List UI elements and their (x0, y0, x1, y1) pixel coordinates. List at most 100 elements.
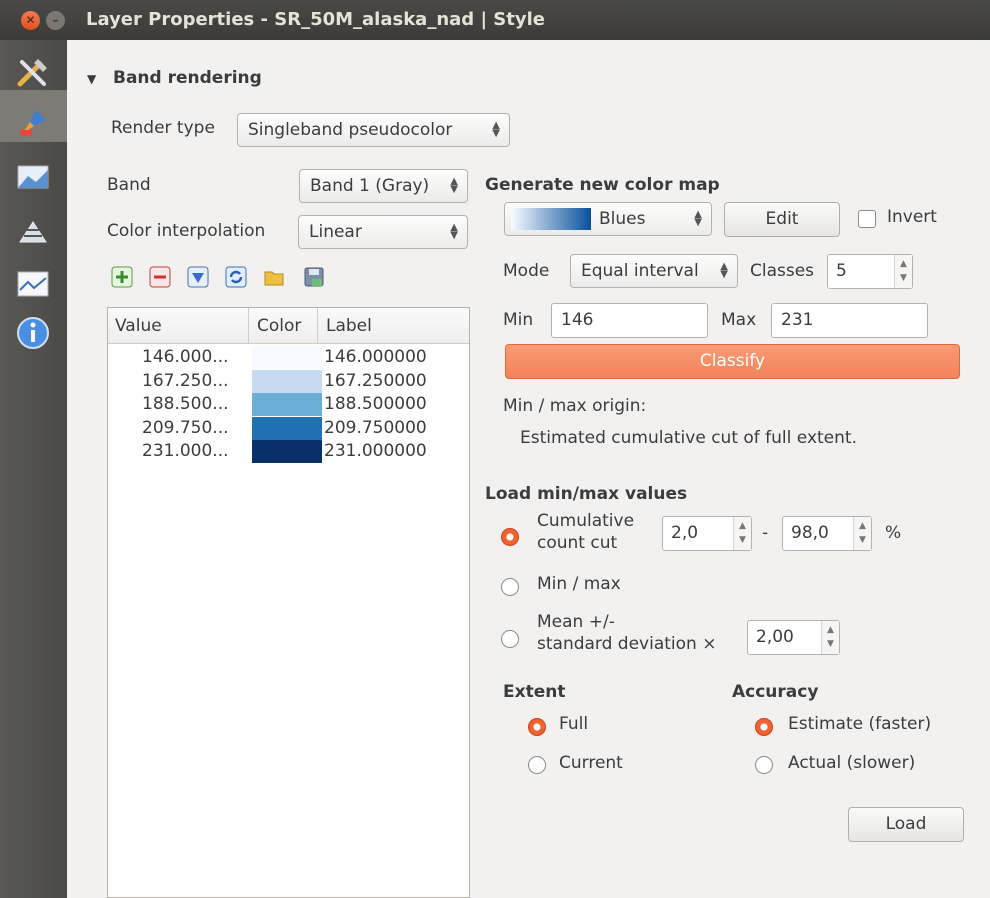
column-header-label[interactable]: Label (326, 316, 372, 336)
extent-full-label: Full (559, 714, 589, 734)
classes-spinbox[interactable]: 5 ▲ ▼ (827, 254, 913, 289)
resize-grip[interactable] (60, 810, 66, 830)
cell-color-swatch[interactable] (252, 393, 322, 416)
window-title: Layer Properties - SR_50M_alaska_nad | S… (86, 9, 545, 30)
band-label: Band (107, 175, 151, 195)
percent-label: % (885, 523, 902, 543)
table-row[interactable]: 231.000... 231.000000 (108, 440, 469, 463)
collapse-triangle-icon[interactable]: ▼ (87, 72, 96, 86)
table-row[interactable]: 146.000... 146.000000 (108, 346, 469, 369)
cell-label[interactable]: 146.000000 (324, 347, 427, 367)
invert-label: Invert (887, 207, 937, 227)
spin-arrows-icon[interactable]: ▲ ▼ (733, 517, 751, 550)
cell-color-swatch[interactable] (252, 369, 322, 393)
edit-ramp-button[interactable]: Edit (724, 202, 840, 237)
accuracy-actual-radio[interactable] (755, 756, 773, 774)
column-header-value[interactable]: Value (115, 316, 162, 336)
section-title: Band rendering (113, 68, 262, 88)
pyramids-icon[interactable] (14, 212, 52, 250)
add-entry-icon[interactable] (111, 266, 133, 288)
general-icon[interactable] (14, 54, 52, 92)
refresh-icon[interactable] (225, 266, 247, 288)
cumulative-high-spinbox[interactable]: 98,0 ▲ ▼ (782, 516, 872, 551)
cell-color-swatch[interactable] (252, 440, 322, 463)
cell-value[interactable]: 209.750... (142, 418, 229, 438)
cell-label[interactable]: 188.500000 (324, 394, 427, 414)
sidebar (0, 40, 67, 898)
load-from-file-icon[interactable] (263, 266, 285, 288)
load-section-title: Load min/max values (485, 484, 688, 504)
load-button[interactable]: Load (848, 807, 964, 842)
minimize-window-button[interactable]: – (46, 11, 65, 30)
band-value: Band 1 (Gray) (310, 176, 430, 196)
cell-value[interactable]: 231.000... (142, 441, 229, 461)
metadata-icon[interactable] (14, 314, 52, 352)
close-window-button[interactable]: ✕ (21, 11, 40, 30)
interpolation-select[interactable]: Linear ▲ ▼ (298, 215, 468, 249)
classify-button[interactable]: Classify (505, 344, 960, 379)
max-input[interactable]: 231 (771, 303, 928, 338)
spin-arrows-icon[interactable]: ▲ ▼ (894, 255, 912, 288)
cell-value[interactable]: 146.000... (142, 347, 229, 367)
mode-select[interactable]: Equal interval ▲ ▼ (570, 254, 738, 288)
column-divider (317, 308, 318, 344)
remove-entry-icon[interactable] (149, 266, 171, 288)
cell-value[interactable]: 167.250... (142, 371, 229, 391)
render-type-select[interactable]: Singleband pseudocolor ▲ ▼ (237, 113, 510, 147)
cell-color-swatch[interactable] (252, 416, 322, 440)
spin-arrows-icon[interactable]: ▲ ▼ (821, 621, 839, 654)
color-ramp-value: Blues (599, 209, 646, 229)
band-select[interactable]: Band 1 (Gray) ▲ ▼ (299, 169, 468, 203)
spin-arrows-icon: ▲ ▼ (694, 209, 702, 228)
spin-arrows-icon: ▲ ▼ (492, 120, 500, 139)
cumulative-label-line: Cumulative (537, 511, 635, 531)
cumulative-cut-radio[interactable] (501, 528, 519, 546)
stddev-spinbox[interactable]: 2,00 ▲ ▼ (747, 620, 840, 655)
extent-title: Extent (503, 682, 566, 702)
cell-color-swatch[interactable] (252, 346, 322, 369)
cell-label[interactable]: 167.250000 (324, 371, 427, 391)
min-input[interactable]: 146 (551, 303, 708, 338)
classes-value: 5 (836, 261, 847, 281)
stddev-label: Mean +/- standard deviation × (537, 611, 716, 655)
color-ramp-preview (511, 208, 591, 230)
accuracy-estimate-label: Estimate (faster) (788, 714, 932, 734)
cumulative-label-line: count cut (537, 533, 618, 553)
render-type-label: Render type (111, 118, 215, 138)
export-to-file-icon[interactable] (303, 266, 325, 288)
spin-arrows-icon[interactable]: ▲ ▼ (853, 517, 871, 550)
cell-value[interactable]: 188.500... (142, 394, 229, 414)
minmax-label: Min / max (537, 574, 621, 594)
mode-label: Mode (503, 261, 550, 281)
spin-arrows-icon: ▲ ▼ (720, 261, 728, 280)
accuracy-actual-label: Actual (slower) (788, 753, 916, 773)
cell-label[interactable]: 209.750000 (324, 418, 427, 438)
stddev-radio[interactable] (501, 630, 519, 648)
extent-full-radio[interactable] (528, 718, 546, 736)
column-header-color[interactable]: Color (257, 316, 301, 336)
cell-label[interactable]: 231.000000 (324, 441, 427, 461)
color-ramp-select[interactable]: Blues ▲ ▼ (504, 202, 712, 236)
accuracy-estimate-radio[interactable] (755, 718, 773, 736)
extent-current-radio[interactable] (528, 756, 546, 774)
stddev-label-line: standard deviation × (537, 634, 717, 654)
spin-arrows-icon: ▲ ▼ (450, 222, 458, 241)
sort-icon[interactable] (187, 266, 209, 288)
transparency-icon[interactable] (14, 158, 52, 196)
histogram-icon[interactable] (14, 264, 52, 302)
invert-checkbox[interactable] (858, 210, 876, 228)
table-row[interactable]: 209.750... 209.750000 (108, 416, 469, 440)
style-icon[interactable] (14, 104, 52, 142)
color-map-table[interactable]: Value Color Label 146.000... 146.000000 16… (107, 307, 470, 898)
table-row[interactable]: 188.500... 188.500000 (108, 393, 469, 416)
classes-label: Classes (750, 261, 815, 281)
mode-value: Equal interval (581, 261, 699, 281)
table-row[interactable]: 167.250... 167.250000 (108, 369, 469, 393)
interpolation-label: Color interpolation (107, 221, 266, 241)
accuracy-title: Accuracy (732, 682, 819, 702)
cumulative-low-spinbox[interactable]: 2,0 ▲ ▼ (662, 516, 752, 551)
minmax-origin-label: Min / max origin: (503, 396, 647, 416)
cumulative-high-value: 98,0 (791, 523, 829, 543)
interpolation-value: Linear (309, 222, 362, 242)
minmax-radio[interactable] (501, 578, 519, 596)
